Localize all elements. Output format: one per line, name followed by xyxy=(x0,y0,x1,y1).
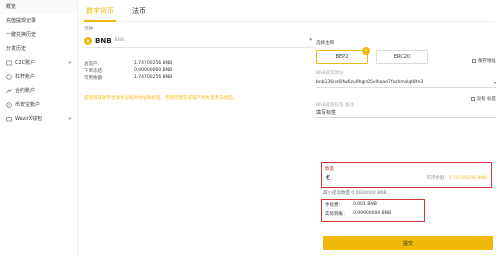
coin-symbol: BNB xyxy=(95,36,112,45)
coin-select[interactable]: BNB BNB ▾ xyxy=(84,34,314,48)
sidebar-item-futures[interactable]: 合约账户 xyxy=(0,84,77,98)
withdraw-form: 选择主网 BEP2 ✓ ERC20 BNB提现地址 bnb136ns6lfw6z… xyxy=(316,40,496,118)
balance-value: 1.74700256 BNB xyxy=(134,61,173,66)
sidebar-item-deposit-withdraw-history[interactable]: 充值提现记录 xyxy=(0,14,77,28)
fee-value: 0.001 BNB xyxy=(353,202,377,207)
savings-icon xyxy=(6,102,12,108)
balance-value: 0.00000000 BNB xyxy=(134,68,173,73)
coin-section-label: 币种 xyxy=(84,27,93,32)
checkbox-icon xyxy=(470,97,475,101)
balance-row: 总资产: 1.74700256 BNB xyxy=(84,60,314,67)
submit-button[interactable]: 提交 xyxy=(323,236,493,250)
withdraw-notice: 提现到其他平台请务必核对地址和标签，否则可能造成资产损失且无法找回。 xyxy=(84,96,237,101)
sidebar-item-label: 杠杆账户 xyxy=(15,74,36,80)
sidebar-item-label: 充值提现记录 xyxy=(6,18,37,24)
chevron-down-icon: ▾ xyxy=(309,37,312,43)
bnb-logo-icon xyxy=(84,36,92,45)
address-input[interactable]: bnb136ns6lfw6zu9hgn05vlhaad7fxzhmslqt8tn… xyxy=(316,78,496,88)
c2c-icon xyxy=(6,60,12,66)
chevron-down-icon: ▾ xyxy=(68,116,71,122)
check-icon: ✓ xyxy=(362,47,370,55)
checkbox-icon xyxy=(472,59,476,63)
receive-row: 实际到账： 0.99900000 BNB xyxy=(322,209,424,218)
futures-icon xyxy=(6,88,12,94)
network-option-bep2[interactable]: BEP2 ✓ xyxy=(316,47,370,64)
save-address-checkbox[interactable]: 保存地址 xyxy=(472,58,496,64)
sidebar-item-overview[interactable]: 概览 xyxy=(0,0,77,14)
balance-summary: 总资产: 1.74700256 BNB 下单冻结: 0.00000000 BNB… xyxy=(84,60,314,81)
tag-input[interactable]: 填写标签 xyxy=(316,108,496,118)
balance-value: 1.74700256 BNB xyxy=(134,75,173,80)
tag-value: 填写标签 xyxy=(316,110,337,116)
amount-value: € xyxy=(326,174,331,182)
sidebar-item-label: 一键兑换历史 xyxy=(6,32,37,38)
sidebar-item-distribution-history[interactable]: 分发历史 xyxy=(0,42,77,56)
fee-label: 手续费： xyxy=(325,202,343,208)
tab-fiat[interactable]: 法币 xyxy=(130,1,148,21)
save-address-label: 保存地址 xyxy=(478,59,496,64)
amount-input[interactable]: 数量 € 可用余额：1.74700256 BNB xyxy=(321,162,492,188)
fee-row: 手续费： 0.001 BNB xyxy=(322,200,424,209)
sidebar-item-savings[interactable]: 币安宝账户 xyxy=(0,98,77,112)
sidebar: 概览 充值提现记录 一键兑换历史 分发历史 C2C账户 ▾ 杠杆账户 合约账户 … xyxy=(0,0,78,256)
address-value: bnb136ns6lfw6zu9hgn05vlhaad7fxzhmslqt8tn… xyxy=(316,80,424,85)
sidebar-item-label: 合约账户 xyxy=(15,88,36,94)
sidebar-item-c2c[interactable]: C2C账户 ▾ xyxy=(0,56,77,70)
sidebar-item-label: 分发历史 xyxy=(6,46,27,52)
amount-label: 数量 xyxy=(325,167,334,172)
balance-key: 总资产: xyxy=(84,61,100,67)
receive-value: 0.99900000 BNB xyxy=(353,211,392,216)
sidebar-item-wazirx[interactable]: WazirX钱包 ▾ xyxy=(0,112,77,126)
sidebar-item-label: WazirX钱包 xyxy=(15,116,43,122)
sidebar-item-label: 概览 xyxy=(6,4,17,10)
network-option-label: BEP2 xyxy=(335,54,349,60)
balance-row: 下单冻结: 0.00000000 BNB xyxy=(84,67,314,74)
available-value: 1.74700256 BNB xyxy=(448,176,487,181)
sidebar-item-convert-history[interactable]: 一键兑换历史 xyxy=(0,28,77,42)
no-tag-label: 没有 标签 xyxy=(476,97,496,102)
network-option-erc20[interactable]: ERC20 xyxy=(376,50,428,64)
no-tag-checkbox[interactable]: 没有 标签 xyxy=(470,96,496,102)
balance-key: 可用余额: xyxy=(84,75,104,81)
receive-label: 实际到账： xyxy=(325,211,348,217)
balance-key: 下单冻结: xyxy=(84,68,104,74)
wallet-icon xyxy=(6,116,12,122)
address-label: BNB提现地址 xyxy=(316,71,344,76)
sidebar-item-label: C2C账户 xyxy=(15,60,36,66)
chevron-down-icon: ▾ xyxy=(68,60,71,66)
network-label: 选择主网 xyxy=(316,41,334,46)
chevron-down-icon: ▾ xyxy=(493,80,496,85)
tab-crypto[interactable]: 数字货币 xyxy=(84,1,116,22)
sidebar-item-margin[interactable]: 杠杆账户 xyxy=(0,70,77,84)
min-withdraw-amount: 最小提现数量 0.0020000 BNB xyxy=(323,191,387,196)
network-option-label: ERC20 xyxy=(393,54,411,60)
coin-name: BNB xyxy=(114,38,125,43)
fee-summary: 手续费： 0.001 BNB 实际到账： 0.99900000 BNB xyxy=(321,199,425,222)
sidebar-item-label: 币安宝账户 xyxy=(15,102,41,108)
balance-row: 可用余额: 1.74700256 BNB xyxy=(84,74,314,81)
margin-icon xyxy=(6,74,12,80)
asset-type-tabs: 数字货币 法币 xyxy=(84,0,494,22)
available-balance: 可用余额：1.74700256 BNB xyxy=(426,175,487,181)
network-options: BEP2 ✓ ERC20 xyxy=(316,47,496,64)
available-label: 可用余额： xyxy=(426,176,449,181)
withdraw-main: 币种 BNB BNB ▾ 总资产: 1.74700256 BNB 下单冻结: 0… xyxy=(84,26,314,101)
